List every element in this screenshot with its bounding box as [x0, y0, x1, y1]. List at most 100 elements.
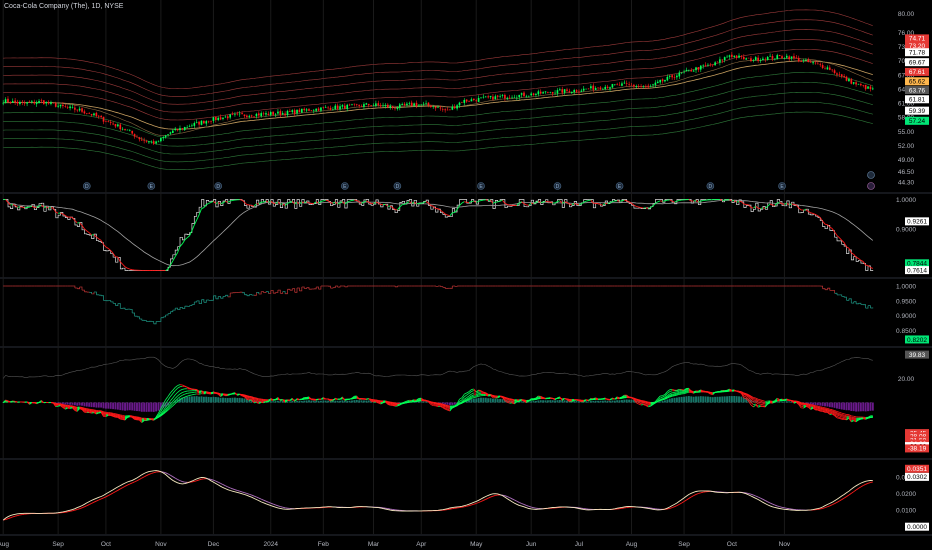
price-tag-text: 67.61 [909, 69, 926, 76]
candle-body [260, 113, 263, 117]
histogram-bar [616, 400, 619, 403]
histogram-bar [659, 401, 662, 403]
histogram-bar [193, 396, 196, 403]
candle [778, 54, 781, 57]
price-axis-tick: 55.00 [898, 129, 915, 136]
candle-body [50, 102, 52, 104]
candle-body [551, 91, 554, 94]
histogram-bar [310, 400, 313, 403]
candle [52, 102, 55, 104]
histogram-bar [104, 402, 107, 409]
histogram-bar [312, 400, 315, 403]
ribbon-segment [672, 395, 675, 397]
histogram-bar [190, 396, 193, 403]
ribbon-segment [511, 398, 515, 401]
histogram-bar [824, 402, 826, 407]
candle-body [434, 106, 437, 109]
histogram-bar [210, 397, 212, 403]
histogram-bar [561, 400, 564, 403]
histogram-bar [324, 400, 327, 403]
drawdown-trend-segment [287, 202, 290, 204]
candle-body [731, 54, 733, 57]
candle-body [320, 107, 322, 111]
candle-body [613, 84, 616, 86]
time-axis-tick: Oct [101, 541, 111, 548]
candle-body [396, 107, 399, 110]
candle-body [222, 117, 224, 119]
histogram-bar [534, 400, 537, 403]
histogram-bar [499, 398, 502, 403]
drawdown-trend-segment [576, 203, 580, 206]
candle-body [762, 58, 764, 61]
drawdown-trend-segment [129, 268, 133, 271]
osc1-axis-tick: 0.9000 [896, 227, 916, 234]
histogram-bar [575, 401, 578, 403]
histogram-bar [236, 397, 239, 403]
candle-body [353, 103, 356, 105]
price-tag-text: 0.0351 [907, 466, 927, 473]
candle-body [312, 110, 315, 112]
histogram-bar [718, 396, 721, 403]
histogram-bar [133, 402, 136, 411]
histogram-bar [604, 400, 607, 403]
candle-body [360, 105, 363, 107]
ribbon-segment [105, 414, 109, 417]
candle-body [688, 69, 690, 71]
time-axis-tick: Nov [155, 541, 167, 548]
ribbon-segment [760, 403, 764, 406]
candle-body [250, 115, 253, 117]
candle-body [480, 97, 482, 99]
histogram-bar [785, 401, 788, 403]
candle-body [652, 84, 654, 86]
candle-body [702, 65, 705, 67]
osc4-value-tag: 0.0302 [905, 472, 929, 481]
histogram-bar [546, 400, 549, 403]
histogram-bar [563, 400, 566, 403]
candle-body [59, 104, 62, 107]
ribbon-segment [753, 397, 756, 399]
chart-canvas[interactable]: 80.0076.0073.0070.0067.0064.0061.0058.00… [0, 0, 932, 550]
candle-body [219, 117, 222, 120]
price-axis-tick: 46.50 [898, 169, 915, 176]
histogram-bar [544, 400, 547, 403]
histogram-bar [847, 402, 850, 411]
candle-body [444, 109, 447, 111]
candle-body [609, 87, 611, 89]
ribbon-segment [122, 415, 126, 417]
event-label: D [216, 184, 220, 190]
candle-body [238, 113, 241, 115]
candle-body [109, 122, 112, 123]
candle-body [176, 129, 179, 131]
candle-body [76, 109, 79, 111]
candle-body [683, 71, 685, 73]
ribbon-segment [672, 393, 675, 395]
candle-body [867, 86, 869, 89]
histogram-bar [296, 400, 299, 403]
candle-body [257, 113, 260, 116]
time-axis-tick: Dec [208, 541, 220, 548]
histogram-bar [131, 402, 134, 411]
candle-body [183, 127, 186, 130]
price-level-tag: 71.78 [905, 48, 929, 57]
candle-body [437, 106, 439, 108]
candle-body [690, 70, 693, 72]
histogram-bar [322, 400, 325, 403]
osc3-axis-tick: 20.00 [898, 376, 915, 383]
candle-body [482, 96, 485, 98]
candle-body [573, 90, 576, 93]
histogram-bar [298, 401, 301, 403]
candle-body [602, 88, 604, 90]
candle-body [179, 128, 181, 131]
candle-body [848, 79, 850, 82]
histogram-bar [692, 396, 695, 403]
candle-body [370, 105, 372, 106]
candle-body [659, 80, 662, 83]
candle-body [795, 57, 798, 59]
candle-body [31, 101, 33, 102]
candle-body [164, 135, 167, 138]
candle-body [821, 65, 824, 68]
candle-body [45, 102, 48, 104]
histogram-bar [88, 402, 91, 407]
histogram-bar [859, 402, 862, 412]
candle-body [726, 56, 728, 58]
